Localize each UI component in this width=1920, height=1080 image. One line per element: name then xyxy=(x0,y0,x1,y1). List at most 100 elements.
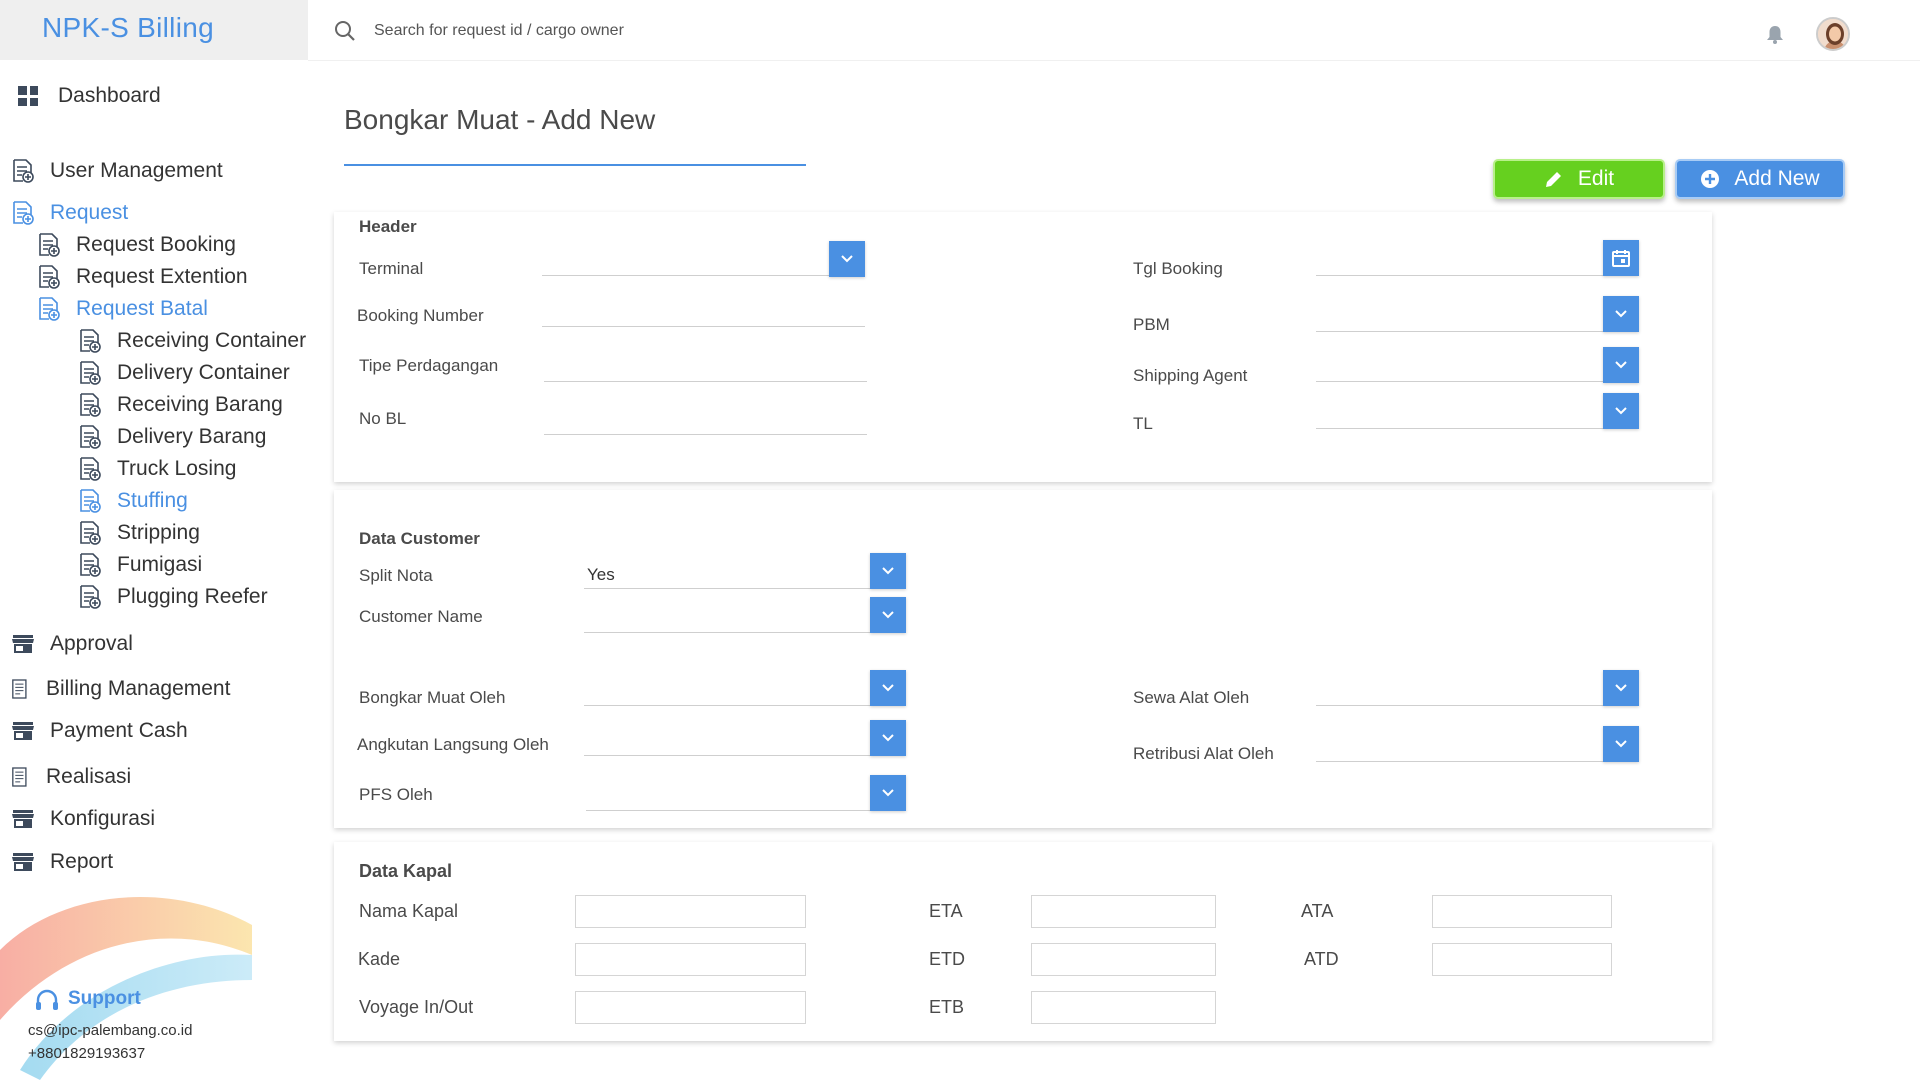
pfs-oleh-select[interactable] xyxy=(586,810,876,811)
retribusi-alat-oleh-dropdown-button[interactable] xyxy=(1603,726,1639,762)
sewa-alat-oleh-dropdown-button[interactable] xyxy=(1603,670,1639,706)
tl-select[interactable] xyxy=(1316,428,1606,429)
ata-label: ATA xyxy=(1301,901,1334,921)
sidebar-item-user-management[interactable]: User Management xyxy=(12,159,223,183)
document-add-icon xyxy=(80,361,101,385)
retribusi-alat-oleh-select[interactable] xyxy=(1316,761,1606,762)
edit-button[interactable]: Edit xyxy=(1493,159,1665,199)
sidebar-item-label: Report xyxy=(50,850,114,873)
ata-input[interactable] xyxy=(1432,895,1612,928)
no-bl-input[interactable] xyxy=(544,434,867,435)
sidebar-item-delivery-barang[interactable]: Delivery Barang xyxy=(79,425,266,449)
sidebar-item-receiving-container[interactable]: Receiving Container xyxy=(79,329,306,353)
edit-label: Edit xyxy=(1577,167,1615,190)
sidebar-item-fumigasi[interactable]: Fumigasi xyxy=(79,553,202,577)
bongkar-muat-oleh-label: Bongkar Muat Oleh xyxy=(359,688,506,707)
customer-name-dropdown-button[interactable] xyxy=(870,597,906,633)
split-nota-dropdown-button[interactable] xyxy=(870,553,906,589)
booking-number-input[interactable] xyxy=(542,326,865,327)
sidebar-item-label: Delivery Barang xyxy=(117,425,267,448)
avatar-icon xyxy=(1818,19,1848,49)
sidebar-item-realisasi[interactable]: Realisasi xyxy=(12,765,131,789)
sidebar-item-stripping[interactable]: Stripping xyxy=(79,521,200,545)
header-section-title: Header xyxy=(359,217,417,236)
sidebar-item-request[interactable]: Request xyxy=(12,201,128,225)
split-nota-select[interactable] xyxy=(584,588,874,589)
etd-label: ETD xyxy=(929,949,965,969)
terminal-dropdown-button[interactable] xyxy=(829,241,865,277)
sidebar-item-receiving-barang[interactable]: Receiving Barang xyxy=(79,393,283,417)
sidebar-item-request-extention[interactable]: Request Extention xyxy=(38,265,248,289)
split-nota-value[interactable]: Yes xyxy=(587,565,615,585)
document-add-icon xyxy=(13,159,34,183)
shipping-agent-label: Shipping Agent xyxy=(1133,366,1248,385)
nama-kapal-input[interactable] xyxy=(575,895,806,928)
sidebar-item-label: Receiving Container xyxy=(117,329,307,352)
bongkar-muat-oleh-select[interactable] xyxy=(584,705,874,706)
etb-label: ETB xyxy=(929,997,965,1017)
sidebar-item-plugging-reefer[interactable]: Plugging Reefer xyxy=(79,585,268,609)
sidebar-item-delivery-container[interactable]: Delivery Container xyxy=(79,361,290,385)
sidebar-item-payment-cash[interactable]: Payment Cash xyxy=(12,719,188,743)
app-brand[interactable]: NPK-S Billing xyxy=(42,12,214,44)
sidebar-item-billing-management[interactable]: Billing Management xyxy=(12,677,230,701)
sidebar-item-label: Billing Management xyxy=(46,677,231,700)
support-email[interactable]: cs@ipc-palembang.co.id xyxy=(28,1022,192,1039)
sidebar-item-approval[interactable]: Approval xyxy=(12,632,133,656)
pfs-oleh-label: PFS Oleh xyxy=(359,785,433,804)
etb-input[interactable] xyxy=(1031,991,1216,1024)
document-add-icon xyxy=(39,265,60,289)
terminal-select[interactable] xyxy=(542,275,832,276)
pencil-icon xyxy=(1545,170,1563,187)
pbm-select[interactable] xyxy=(1316,331,1606,332)
pfs-oleh-dropdown-button[interactable] xyxy=(870,775,906,811)
plus-circle-icon xyxy=(1701,170,1720,188)
sidebar-item-label: Stuffing xyxy=(117,489,188,512)
eta-input[interactable] xyxy=(1031,895,1216,928)
kapal-section-title: Data Kapal xyxy=(359,861,453,881)
sidebar-item-request-batal[interactable]: Request Batal xyxy=(38,297,208,321)
voyage-input[interactable] xyxy=(575,991,806,1024)
angkutan-langsung-oleh-dropdown-button[interactable] xyxy=(870,720,906,756)
store-icon xyxy=(12,635,34,653)
support-phone: +8801829193637 xyxy=(28,1045,146,1062)
etd-input[interactable] xyxy=(1031,943,1216,976)
customer-section-title: Data Customer xyxy=(359,529,480,548)
shipping-agent-dropdown-button[interactable] xyxy=(1603,347,1639,383)
sidebar-item-report[interactable]: Report xyxy=(12,850,113,874)
search-input[interactable]: Search for request id / cargo owner xyxy=(374,22,624,40)
sidebar-item-dashboard[interactable]: Dashboard xyxy=(18,84,161,108)
chevron-down-icon xyxy=(882,734,894,742)
tipe-perdagangan-input[interactable] xyxy=(544,381,867,382)
shipping-agent-select[interactable] xyxy=(1316,381,1606,382)
add-new-button[interactable]: Add New xyxy=(1675,159,1845,199)
tl-dropdown-button[interactable] xyxy=(1603,393,1639,429)
angkutan-langsung-oleh-select[interactable] xyxy=(584,755,874,756)
angkutan-langsung-oleh-label: Angkutan Langsung Oleh xyxy=(357,735,549,754)
atd-input[interactable] xyxy=(1432,943,1612,976)
sidebar-item-label: Realisasi xyxy=(46,765,132,788)
user-avatar[interactable] xyxy=(1816,17,1850,51)
tgl-booking-input[interactable] xyxy=(1316,275,1606,276)
document-add-icon xyxy=(80,329,101,353)
bell-icon[interactable] xyxy=(1766,24,1784,44)
sidebar-item-konfigurasi[interactable]: Konfigurasi xyxy=(12,807,155,831)
split-nota-label: Split Nota xyxy=(359,566,433,585)
kade-input[interactable] xyxy=(575,943,806,976)
tipe-perdagangan-label: Tipe Perdagangan xyxy=(359,356,499,375)
tgl-booking-label: Tgl Booking xyxy=(1133,259,1223,278)
chevron-down-icon xyxy=(1615,740,1627,748)
sidebar-item-stuffing[interactable]: Stuffing xyxy=(79,489,188,513)
sewa-alat-oleh-select[interactable] xyxy=(1316,705,1606,706)
support-title[interactable]: Support xyxy=(68,988,141,1010)
search-icon[interactable] xyxy=(334,20,356,42)
calendar-button[interactable] xyxy=(1603,240,1639,276)
sidebar-item-label: Konfigurasi xyxy=(50,807,156,830)
sidebar-item-label: Request xyxy=(50,201,129,224)
sidebar-item-truck-losing[interactable]: Truck Losing xyxy=(79,457,236,481)
sidebar-item-request-booking[interactable]: Request Booking xyxy=(38,233,236,257)
customer-name-select[interactable] xyxy=(584,632,874,633)
pbm-dropdown-button[interactable] xyxy=(1603,296,1639,332)
store-icon xyxy=(12,810,34,828)
bongkar-muat-oleh-dropdown-button[interactable] xyxy=(870,670,906,706)
